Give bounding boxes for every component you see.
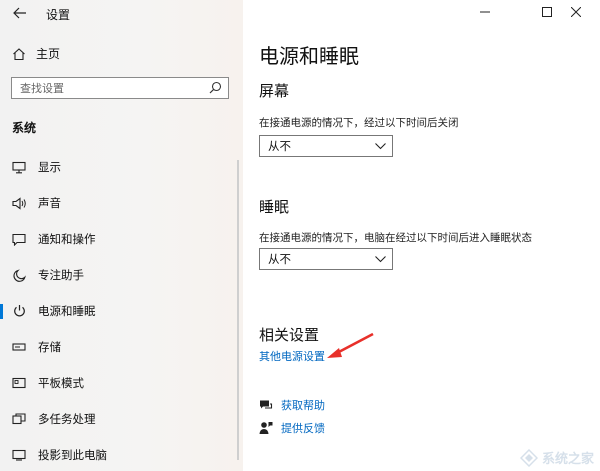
minimize-button[interactable] [468,0,502,24]
sidebar-item-display[interactable]: 显示 [0,152,238,182]
sidebar-item-sound[interactable]: 声音 [0,188,238,218]
minimize-icon [480,11,490,13]
annotation-arrow [327,332,374,358]
screen-description: 在接通电源的情况下，经过以下时间后关闭 [259,117,459,129]
close-button[interactable] [559,0,593,24]
get-help-label: 获取帮助 [281,399,325,412]
sleep-timeout-value: 从不 [268,252,291,266]
section-title: 系统 [12,121,37,135]
sleep-heading: 睡眠 [259,198,290,216]
sidebar-item-home[interactable]: 主页 [12,45,60,62]
sidebar-scrollbar[interactable] [237,160,239,460]
sidebar: 设置 主页 系统 显示 声音 通知和操作 专注助 [0,0,243,471]
search-icon[interactable] [209,81,222,94]
back-button[interactable] [6,2,34,24]
sidebar-item-label: 专注助手 [38,268,84,282]
power-icon [11,303,27,319]
sidebar-item-power-sleep[interactable]: 电源和睡眠 [0,296,238,326]
moon-icon [11,267,27,283]
close-icon [571,7,581,17]
give-feedback-link[interactable]: 提供反馈 [259,420,325,436]
sidebar-item-label: 通知和操作 [38,232,96,246]
tablet-icon [11,375,27,391]
additional-power-settings-link[interactable]: 其他电源设置 [259,348,325,364]
home-label: 主页 [36,47,61,61]
search-input[interactable] [12,81,200,95]
monitor-icon [11,159,27,175]
storage-icon [11,339,27,355]
watermark: 系统之家 [519,448,594,467]
sidebar-item-notifications[interactable]: 通知和操作 [0,224,238,254]
get-help-link[interactable]: 获取帮助 [259,397,325,413]
sidebar-item-label: 平板模式 [38,376,84,390]
sleep-timeout-dropdown[interactable]: 从不 [259,248,393,270]
app-title: 设置 [46,8,71,22]
sidebar-item-label: 投影到此电脑 [38,448,107,462]
search-box[interactable] [11,77,229,99]
page-title: 电源和睡眠 [259,44,359,68]
sidebar-item-multitasking[interactable]: 多任务处理 [0,404,238,434]
message-icon [11,231,27,247]
speaker-icon [11,195,27,211]
home-icon [13,47,25,60]
multitask-icon [11,411,27,427]
sidebar-item-tablet-mode[interactable]: 平板模式 [0,368,238,398]
project-icon [11,447,27,463]
screen-timeout-dropdown[interactable]: 从不 [259,135,393,157]
watermark-logo-icon [519,448,538,467]
sidebar-item-label: 多任务处理 [38,412,96,426]
screen-timeout-value: 从不 [268,139,291,153]
sidebar-item-label: 声音 [38,196,61,210]
screen-heading: 屏幕 [259,82,290,100]
sidebar-item-storage[interactable]: 存储 [0,332,238,362]
back-arrow-icon [13,7,26,19]
chevron-down-icon [375,142,386,149]
related-settings-heading: 相关设置 [259,326,320,344]
sleep-description: 在接通电源的情况下，电脑在经过以下时间后进入睡眠状态 [259,232,532,244]
chevron-down-icon [375,255,386,262]
help-chat-icon [260,400,273,409]
sidebar-item-label: 存储 [38,340,61,354]
sidebar-item-label: 显示 [38,160,61,174]
sidebar-item-project[interactable]: 投影到此电脑 [0,440,238,470]
feedback-icon [259,422,273,434]
maximize-icon [542,7,552,17]
sidebar-item-label: 电源和睡眠 [38,304,96,318]
watermark-text: 系统之家 [541,452,594,467]
give-feedback-label: 提供反馈 [281,422,325,435]
main-content: 电源和睡眠 屏幕 在接通电源的情况下，经过以下时间后关闭 从不 睡眠 在接通电源… [243,0,600,471]
sidebar-item-focus-assist[interactable]: 专注助手 [0,260,238,290]
